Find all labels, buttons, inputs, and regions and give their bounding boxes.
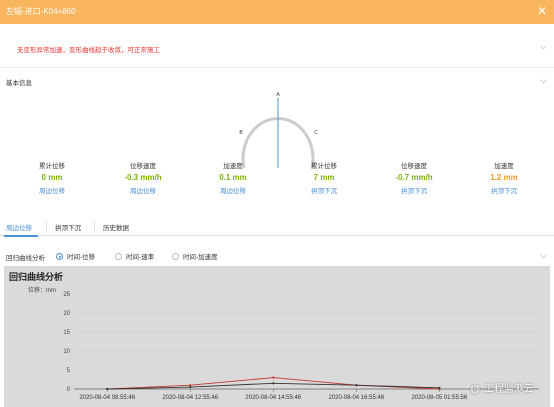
metric-label: 加速度 (223, 163, 243, 170)
point-b-label: B (239, 130, 243, 136)
tab-perimeter-displacement[interactable]: 周边位移 (6, 222, 32, 232)
x-tick-label: 2020-08-05 01:55:56 (411, 395, 467, 401)
metric-label: 位移速度 (401, 163, 427, 170)
x-tick-label: 2020-08-04 14:55:46 (245, 395, 301, 401)
close-icon[interactable]: ✕ (537, 4, 547, 18)
y-tick-label: 25 (63, 292, 70, 298)
tab-bar: 周边位移 拱顶下沉 历史数据 (0, 216, 554, 237)
metric-card: 位移速度 -0.7 mm/h 拱顶下沉 (374, 160, 454, 195)
metric-card: 累计位移 0 mm 周边位移 (12, 160, 92, 195)
data-point (106, 387, 109, 391)
radio-icon (172, 253, 179, 260)
data-point (189, 384, 192, 387)
x-tick-label: 2020-08-04 12:55:46 (162, 395, 218, 401)
metric-link[interactable]: 周边位移 (193, 185, 273, 195)
tab-divider (46, 221, 47, 231)
radio-label: 时间-速率 (126, 254, 155, 261)
metric-value: 7 mm (313, 173, 335, 182)
y-tick-label: 0 (67, 387, 71, 393)
window-title: 左幅-进口-K04+860 (6, 7, 76, 16)
chevron-down-icon[interactable]: ⌵ (540, 250, 547, 261)
metric-link[interactable]: 拱顶下沉 (284, 185, 364, 195)
radio-time-rate[interactable]: 时间-速率 (115, 251, 154, 261)
radio-label: 时间-加速度 (183, 254, 218, 261)
radio-time-displacement[interactable]: 时间-位移 (56, 251, 95, 261)
metric-value: 0.1 mm (219, 173, 247, 182)
tab-history-data[interactable]: 历史数据 (103, 222, 129, 232)
metric-card: 加速度 0.1 mm 周边位移 (193, 160, 273, 195)
data-point (272, 382, 275, 385)
regression-chart-panel: 回归曲线分析 位移：mm 0 5 10 15 20 25 2020-08-04 08:55:… (4, 266, 550, 407)
data-point (355, 384, 358, 387)
x-tick-label: 2020-08-04 08:55:46 (79, 395, 135, 401)
regression-chart: 0 5 10 15 20 25 2020-08-04 08:55:46 2020-08-04 … (63, 292, 539, 401)
chevron-down-icon[interactable]: ⌵ (540, 75, 547, 86)
tab-crown-settlement[interactable]: 拱顶下沉 (55, 222, 81, 232)
metric-link[interactable]: 拱顶下沉 (464, 185, 544, 195)
radio-label: 时间-位移 (67, 254, 96, 261)
watermark-text: 工程监测云 (484, 384, 534, 395)
watermark: ◍ 工程监测云 (470, 380, 534, 395)
radio-icon (115, 253, 122, 260)
metric-value: -0.3 mm/h (124, 173, 162, 182)
metric-label: 累计位移 (39, 163, 65, 170)
metric-label: 位移速度 (130, 163, 156, 170)
status-message: 无变形异常加速，变形曲线趋于收敛，可正常施工 (17, 47, 160, 54)
metrics-row: 累计位移 0 mm 周边位移 位移速度 -0.3 mm/h 周边位移 加速度 0… (0, 160, 554, 200)
chevron-down-icon[interactable]: ⌵ (540, 41, 547, 52)
metric-link[interactable]: 周边位移 (103, 185, 183, 195)
y-tick-label: 20 (63, 311, 70, 317)
metric-card: 位移速度 -0.3 mm/h 周边位移 (103, 160, 183, 195)
metric-value: 1.2 mm (490, 173, 518, 182)
basic-info-label: 基本信息 (6, 80, 32, 87)
point-c-label: C (314, 130, 318, 136)
metric-link[interactable]: 拱顶下沉 (374, 185, 454, 195)
metric-value: 0 mm (41, 173, 63, 182)
tab-divider (94, 221, 95, 231)
y-tick-label: 15 (63, 330, 70, 336)
y-tick-label: 5 (67, 368, 71, 374)
radio-time-acceleration[interactable]: 时间-加速度 (172, 251, 218, 261)
wechat-icon: ◍ (470, 383, 480, 395)
point-a-label: A (276, 92, 280, 98)
metric-link[interactable]: 周边位移 (12, 185, 92, 195)
metric-card: 加速度 1.2 mm 拱顶下沉 (464, 160, 544, 195)
data-point (189, 386, 192, 389)
metric-label: 加速度 (494, 163, 514, 170)
radio-selected-icon (56, 253, 63, 260)
regression-options: 回归曲线分析 时间-位移 时间-速率 时间-加速度 ⌵ (0, 246, 554, 264)
regression-label: 回归曲线分析 (6, 255, 45, 262)
status-alert: 无变形异常加速，变形曲线趋于收敛，可正常施工 ⌵ (0, 34, 554, 68)
metric-value: -0.7 mm/h (395, 173, 433, 182)
metric-label: 累计位移 (311, 163, 337, 170)
data-point (272, 376, 275, 379)
title-bar: 左幅-进口-K04+860 ✕ (0, 0, 554, 24)
metric-card: 累计位移 7 mm 拱顶下沉 (284, 160, 364, 195)
y-tick-label: 10 (63, 349, 70, 355)
active-tab-indicator (4, 235, 38, 237)
data-point (438, 386, 441, 389)
x-tick-label: 2020-08-04 16:55:46 (328, 395, 384, 401)
